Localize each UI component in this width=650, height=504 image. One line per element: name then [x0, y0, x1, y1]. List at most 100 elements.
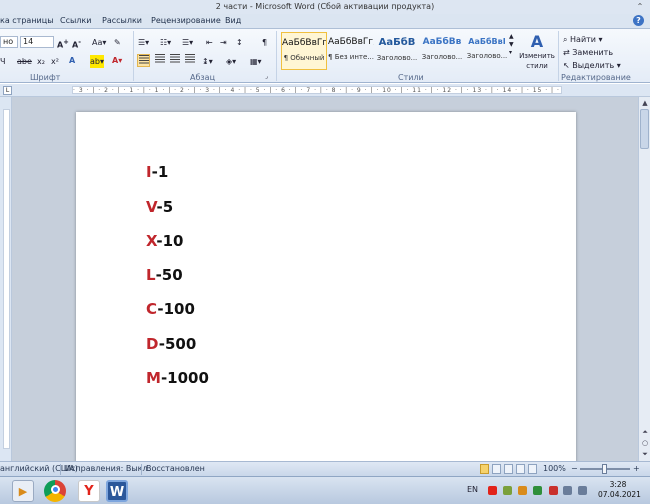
style-heading-3[interactable]: АаБбВвІ Заголово... [464, 32, 510, 70]
highlight-icon[interactable]: ab▾ [90, 55, 104, 68]
styles-scroll-icon[interactable]: ▲ ▼ ▾ [509, 33, 514, 56]
replace-icon: ⇄ [563, 48, 570, 57]
zoom-slider[interactable] [580, 464, 630, 474]
bullets-icon[interactable]: ☰▾ [138, 36, 149, 49]
roman-line-7[interactable]: M-1000 [146, 369, 209, 387]
horizontal-ruler[interactable]: L · 3 · | · 2 · | · 1 · | · 1 · | · 2 · … [0, 84, 650, 97]
shading-icon[interactable]: ◈▾ [226, 55, 236, 68]
underline-icon[interactable]: Ч [0, 55, 5, 68]
grow-font-icon[interactable]: A+ [57, 36, 69, 50]
style-normal[interactable]: АаБбВвГг, ¶ Обычный [281, 32, 327, 70]
align-right-icon[interactable] [169, 54, 181, 67]
replace-button[interactable]: ⇄ Заменить [563, 46, 613, 59]
zoom-slider-knob[interactable] [602, 464, 607, 474]
chrome-icon[interactable] [44, 480, 66, 502]
tab-review[interactable]: Рецензирование [151, 16, 221, 25]
roman-line-3[interactable]: X-10 [146, 232, 183, 250]
superscript-icon[interactable]: x² [51, 55, 59, 68]
chrome-center-icon [50, 485, 60, 494]
vertical-scrollbar[interactable]: ▲ ⏶ ○ ⏷ [638, 97, 650, 461]
network-icon[interactable] [563, 486, 572, 495]
web-layout-view-icon[interactable] [504, 464, 513, 474]
recovered-status: Восстановлен [146, 464, 205, 473]
font-size-combo[interactable]: 14 [20, 36, 54, 48]
help-button[interactable]: ? [633, 15, 644, 26]
track-changes-status[interactable]: Исправления: Выкл. [65, 462, 150, 476]
text-effects-icon[interactable]: A [69, 54, 75, 67]
numbering-icon[interactable]: ☷▾ [160, 36, 171, 49]
borders-icon[interactable]: ▦▾ [250, 55, 262, 68]
align-left-icon[interactable] [137, 54, 150, 67]
change-case-icon[interactable]: Aa▾ [92, 36, 106, 49]
tray-app-icon[interactable] [503, 486, 512, 495]
style-heading-2[interactable]: АаБбВв Заголово... [419, 32, 465, 70]
prev-page-icon[interactable]: ⏶ [640, 427, 650, 437]
clock-date: 07.04.2021 [598, 490, 641, 499]
shrink-font-icon[interactable]: A- [72, 36, 81, 50]
zoom-in-icon[interactable]: + [633, 462, 640, 476]
style-heading-1[interactable]: АаБбВ Заголово... [374, 32, 420, 70]
browse-object-icon[interactable]: ○ [640, 438, 650, 448]
keyboard-language[interactable]: EN [467, 485, 478, 494]
roman-line-5[interactable]: C-100 [146, 300, 195, 318]
draft-view-icon[interactable] [528, 464, 537, 474]
decrease-indent-icon[interactable]: ⇤ [206, 36, 213, 49]
justify-icon[interactable] [184, 54, 196, 67]
roman-line-2[interactable]: V-5 [146, 198, 173, 216]
tray-security-icon[interactable] [533, 486, 542, 495]
vertical-ruler[interactable] [0, 97, 12, 461]
tab-page-layout[interactable]: ка страницы [0, 16, 54, 25]
zoom-out-icon[interactable]: − [571, 462, 578, 476]
binoculars-icon: ⌕ [563, 35, 568, 44]
style-no-spacing[interactable]: АаБбВвГг, ¶ Без инте... [328, 32, 374, 70]
roman-line-4[interactable]: L-50 [146, 266, 183, 284]
tab-mailings[interactable]: Рассылки [102, 16, 142, 25]
align-center-icon[interactable] [154, 54, 166, 67]
status-bar: английский (США) Исправления: Выкл. Восс… [0, 461, 650, 476]
pilcrow-icon[interactable]: ¶ [262, 36, 267, 49]
separator [133, 31, 134, 81]
select-button[interactable]: ↖ Выделить ▾ [563, 59, 621, 72]
scroll-up-icon[interactable]: ▲ [640, 98, 650, 108]
full-screen-view-icon[interactable] [492, 464, 501, 474]
tray-alert-icon[interactable] [549, 486, 558, 495]
word-icon[interactable]: W [106, 480, 128, 502]
outline-view-icon[interactable] [516, 464, 525, 474]
sort-icon[interactable]: ↕ [236, 36, 243, 49]
zoom-level[interactable]: 100% [543, 462, 566, 476]
tab-view[interactable]: Вид [225, 16, 241, 25]
tab-references[interactable]: Ссылки [60, 16, 91, 25]
subscript-icon[interactable]: x₂ [37, 55, 45, 68]
title-bar: 2 части - Microsoft Word (Сбой активации… [0, 0, 650, 14]
separator [558, 31, 559, 81]
line-spacing-icon[interactable]: ↨▾ [202, 55, 213, 68]
scroll-thumb[interactable] [640, 109, 649, 149]
change-styles-icon: A [530, 32, 544, 51]
yandex-browser-icon[interactable]: Y [78, 480, 100, 502]
tab-selector[interactable]: L [3, 86, 12, 95]
media-player-icon[interactable]: ▶ [12, 480, 34, 502]
select-icon: ↖ [563, 61, 570, 70]
multilevel-list-icon[interactable]: ☰▾ [182, 36, 193, 49]
font-color-icon[interactable]: A▾ [112, 54, 122, 67]
clock[interactable]: 3:28 07.04.2021 [598, 480, 641, 500]
help-icon[interactable]: ⌃ [634, 2, 646, 12]
roman-line-6[interactable]: D-500 [146, 335, 196, 353]
strikethrough-icon[interactable]: abe [17, 55, 32, 68]
tray-folder-icon[interactable] [518, 486, 527, 495]
find-button[interactable]: ⌕ Найти ▾ [563, 33, 603, 46]
document-area[interactable]: I-1 V-5 X-10 L-50 C-100 D-500 M-1000 [12, 97, 638, 461]
print-layout-view-icon[interactable] [480, 464, 489, 474]
next-page-icon[interactable]: ⏷ [640, 449, 650, 459]
dialog-launcher-icon[interactable]: ⌟ [265, 70, 268, 83]
clear-format-icon[interactable]: ✎ [114, 36, 121, 49]
font-name-combo[interactable]: но [0, 36, 18, 48]
volume-icon[interactable] [578, 486, 587, 495]
yandex-tray-icon[interactable] [488, 486, 497, 495]
ribbon: но 14 A+ A- Aa▾ ✎ Ч abe x₂ x² A ab▾ A▾ Ш… [0, 29, 650, 83]
increase-indent-icon[interactable]: ⇥ [220, 36, 227, 49]
roman-line-1[interactable]: I-1 [146, 163, 168, 181]
document-page[interactable]: I-1 V-5 X-10 L-50 C-100 D-500 M-1000 [76, 112, 576, 461]
change-styles-button[interactable]: A Изменить стили [518, 33, 556, 73]
separator [276, 31, 277, 81]
